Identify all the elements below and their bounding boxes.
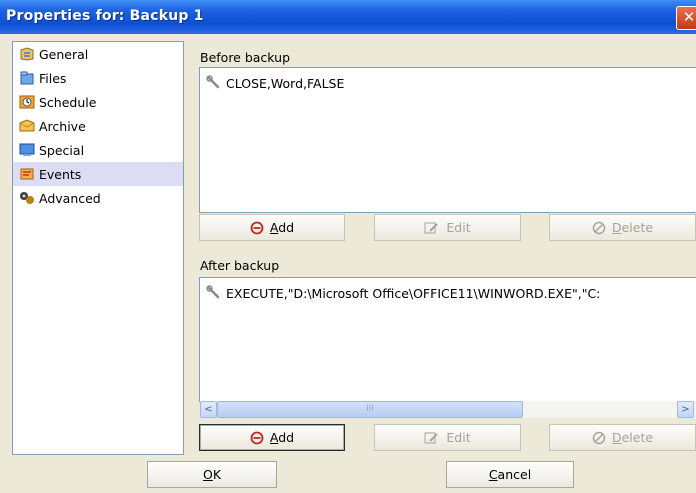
after-add-button[interactable]: Add bbox=[199, 424, 345, 451]
nav-item-events[interactable]: Events bbox=[13, 162, 183, 186]
cancel-label: Cancel bbox=[488, 467, 532, 482]
nav-item-label: Events bbox=[39, 166, 82, 182]
delete-icon bbox=[592, 431, 606, 444]
title-bar: Properties for: Backup 1 ✕ bbox=[0, 0, 696, 34]
nav-item-label: General bbox=[39, 46, 89, 62]
general-icon bbox=[20, 47, 34, 61]
delete-label: Delete bbox=[611, 220, 654, 235]
nav-item-label: Advanced bbox=[39, 190, 101, 206]
scroll-left-button[interactable]: < bbox=[200, 401, 217, 418]
chevron-left-icon: < bbox=[204, 404, 213, 415]
add-label: Add bbox=[269, 220, 295, 235]
schedule-icon bbox=[19, 95, 35, 109]
nav-item-label: Schedule bbox=[39, 94, 97, 110]
scroll-right-button[interactable]: > bbox=[677, 401, 694, 418]
horizontal-scrollbar[interactable]: < III > bbox=[200, 401, 696, 418]
after-delete-button[interactable]: Delete bbox=[549, 424, 696, 451]
add-icon bbox=[250, 221, 264, 234]
close-icon: ✕ bbox=[682, 8, 696, 26]
before-edit-button[interactable]: Edit bbox=[374, 214, 521, 241]
nav-item-special[interactable]: Special bbox=[13, 138, 183, 162]
archive-icon bbox=[19, 119, 35, 132]
after-backup-label: After backup bbox=[200, 258, 280, 273]
edit-icon bbox=[424, 432, 439, 443]
files-icon bbox=[20, 71, 34, 85]
advanced-icon bbox=[20, 192, 34, 204]
nav-item-schedule[interactable]: Schedule bbox=[13, 90, 183, 114]
category-list: General Files Schedule Archive Special E… bbox=[12, 41, 184, 455]
nav-item-label: Special bbox=[39, 142, 85, 158]
list-item[interactable]: CLOSE,Word,FALSE bbox=[200, 73, 696, 93]
list-item[interactable]: EXECUTE,"D:\Microsoft Office\OFFICE11\WI… bbox=[200, 283, 696, 303]
nav-item-advanced[interactable]: Advanced bbox=[13, 186, 183, 210]
window-title: Properties for: Backup 1 bbox=[6, 8, 204, 24]
after-edit-button[interactable]: Edit bbox=[374, 424, 521, 451]
close-button[interactable]: ✕ bbox=[676, 6, 696, 30]
add-icon bbox=[250, 431, 264, 444]
nav-item-label: Archive bbox=[39, 118, 86, 134]
edit-label: Edit bbox=[446, 430, 471, 445]
list-item-text: EXECUTE,"D:\Microsoft Office\OFFICE11\WI… bbox=[226, 285, 601, 301]
nav-item-general[interactable]: General bbox=[13, 42, 183, 66]
special-icon bbox=[19, 143, 35, 156]
ok-label: OK bbox=[202, 467, 222, 482]
before-add-button[interactable]: Add bbox=[199, 214, 345, 241]
chevron-right-icon: > bbox=[681, 404, 690, 415]
wrench-icon bbox=[206, 285, 220, 299]
wrench-icon bbox=[206, 75, 220, 89]
nav-item-label: Files bbox=[39, 70, 67, 86]
ok-button[interactable]: OK bbox=[147, 461, 277, 488]
cancel-button[interactable]: Cancel bbox=[446, 461, 574, 488]
before-backup-label: Before backup bbox=[200, 50, 291, 65]
after-backup-list[interactable]: EXECUTE,"D:\Microsoft Office\OFFICE11\WI… bbox=[199, 277, 696, 402]
list-item-text: CLOSE,Word,FALSE bbox=[226, 75, 345, 91]
delete-label: Delete bbox=[611, 430, 654, 445]
nav-item-files[interactable]: Files bbox=[13, 66, 183, 90]
delete-icon bbox=[592, 221, 606, 234]
before-delete-button[interactable]: Delete bbox=[549, 214, 696, 241]
nav-item-archive[interactable]: Archive bbox=[13, 114, 183, 138]
before-backup-list[interactable]: CLOSE,Word,FALSE bbox=[199, 67, 696, 213]
scroll-thumb[interactable]: III bbox=[217, 401, 523, 418]
edit-label: Edit bbox=[446, 220, 471, 235]
add-label: Add bbox=[269, 430, 295, 445]
edit-icon bbox=[424, 222, 439, 233]
grip-icon: III bbox=[366, 404, 374, 414]
events-icon bbox=[20, 168, 34, 180]
